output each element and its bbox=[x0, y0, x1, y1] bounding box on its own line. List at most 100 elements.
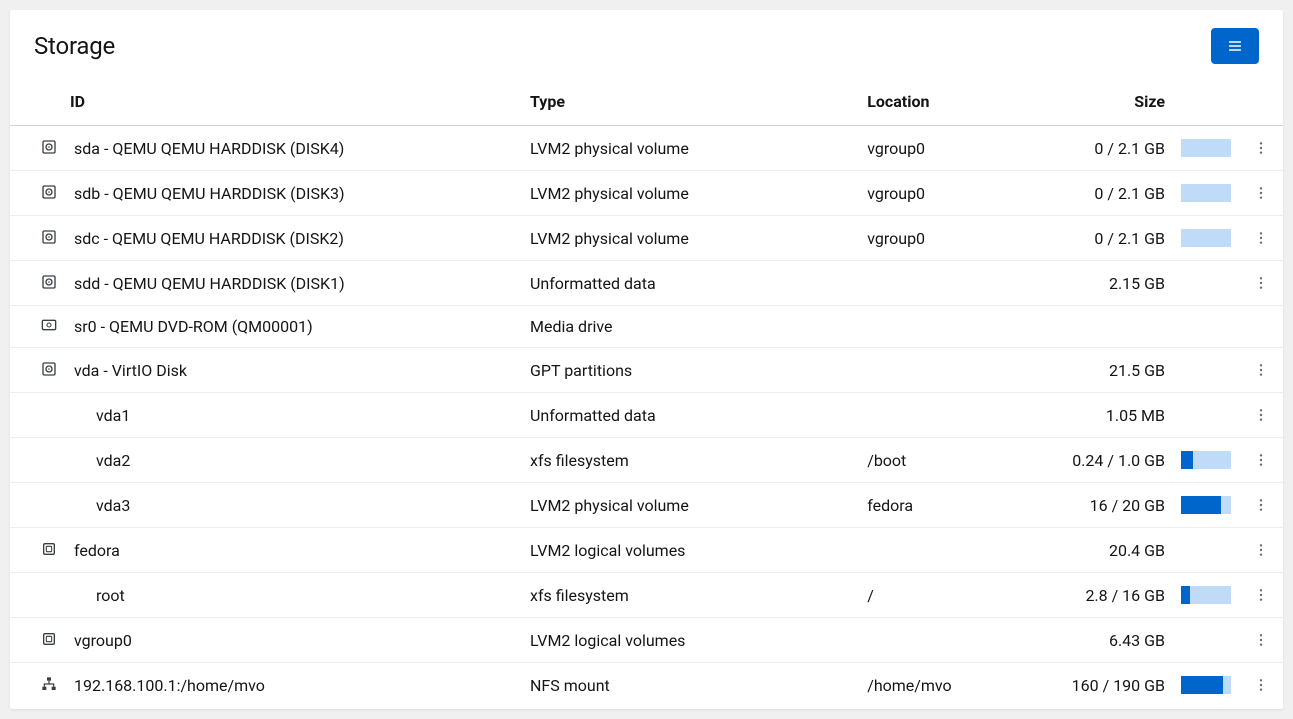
row-size: 2.8 / 16 GB bbox=[1053, 573, 1173, 618]
usage-bar bbox=[1181, 496, 1231, 514]
kebab-menu-icon[interactable] bbox=[1249, 538, 1273, 562]
row-usage-cell bbox=[1173, 393, 1239, 438]
row-location: / bbox=[859, 573, 1053, 618]
row-actions-cell bbox=[1239, 618, 1283, 663]
row-size: 0.24 / 1.0 GB bbox=[1053, 438, 1173, 483]
row-actions-cell bbox=[1239, 171, 1283, 216]
row-location bbox=[859, 393, 1053, 438]
row-size: 6.43 GB bbox=[1053, 618, 1173, 663]
kebab-menu-icon[interactable] bbox=[1249, 448, 1273, 472]
row-size bbox=[1053, 306, 1173, 348]
row-icon-cell bbox=[10, 573, 66, 618]
row-usage-cell bbox=[1173, 171, 1239, 216]
row-size: 16 / 20 GB bbox=[1053, 483, 1173, 528]
hamburger-icon bbox=[1226, 37, 1244, 55]
row-size: 21.5 GB bbox=[1053, 348, 1173, 393]
kebab-menu-icon[interactable] bbox=[1249, 358, 1273, 382]
hdd-icon bbox=[40, 273, 58, 291]
row-usage-cell bbox=[1173, 528, 1239, 573]
hdd-icon bbox=[40, 183, 58, 201]
table-row[interactable]: vda3LVM2 physical volumefedora16 / 20 GB bbox=[10, 483, 1283, 528]
row-id[interactable]: fedora bbox=[66, 528, 522, 573]
row-usage-cell bbox=[1173, 483, 1239, 528]
usage-bar bbox=[1181, 184, 1231, 202]
table-row[interactable]: vda2xfs filesystem/boot0.24 / 1.0 GB bbox=[10, 438, 1283, 483]
row-type: LVM2 physical volume bbox=[522, 126, 859, 171]
kebab-menu-icon[interactable] bbox=[1249, 673, 1273, 697]
row-usage-cell bbox=[1173, 261, 1239, 306]
kebab-menu-icon[interactable] bbox=[1249, 583, 1273, 607]
kebab-menu-icon[interactable] bbox=[1249, 628, 1273, 652]
table-row[interactable]: vda1Unformatted data1.05 MB bbox=[10, 393, 1283, 438]
kebab-menu-icon[interactable] bbox=[1249, 493, 1273, 517]
storage-table: ID Type Location Size sda - QEMU QEMU HA… bbox=[10, 78, 1283, 707]
row-actions-cell bbox=[1239, 573, 1283, 618]
table-row[interactable]: sr0 - QEMU DVD-ROM (QM00001)Media drive bbox=[10, 306, 1283, 348]
row-actions-cell bbox=[1239, 216, 1283, 261]
row-type: xfs filesystem bbox=[522, 573, 859, 618]
row-size: 0 / 2.1 GB bbox=[1053, 171, 1173, 216]
row-type: Unformatted data bbox=[522, 261, 859, 306]
row-type: xfs filesystem bbox=[522, 438, 859, 483]
table-row[interactable]: sda - QEMU QEMU HARDDISK (DISK4)LVM2 phy… bbox=[10, 126, 1283, 171]
col-header-size[interactable]: Size bbox=[1053, 78, 1173, 126]
row-icon-cell bbox=[10, 393, 66, 438]
row-icon-cell bbox=[10, 348, 66, 393]
storage-card: Storage ID Type Location Size s bbox=[10, 10, 1283, 709]
row-type: LVM2 logical volumes bbox=[522, 618, 859, 663]
row-id[interactable]: vda2 bbox=[66, 438, 522, 483]
table-row[interactable]: rootxfs filesystem/2.8 / 16 GB bbox=[10, 573, 1283, 618]
kebab-menu-icon[interactable] bbox=[1249, 226, 1273, 250]
row-icon-cell bbox=[10, 438, 66, 483]
row-type: NFS mount bbox=[522, 663, 859, 708]
row-id[interactable]: vgroup0 bbox=[66, 618, 522, 663]
row-location bbox=[859, 528, 1053, 573]
col-header-location[interactable]: Location bbox=[859, 78, 1053, 126]
row-size: 0 / 2.1 GB bbox=[1053, 126, 1173, 171]
row-id[interactable]: vda - VirtIO Disk bbox=[66, 348, 522, 393]
volgroup-icon bbox=[40, 540, 58, 558]
usage-bar bbox=[1181, 451, 1231, 469]
hdd-icon bbox=[40, 360, 58, 378]
row-id[interactable]: 192.168.100.1:/home/mvo bbox=[66, 663, 522, 708]
usage-bar bbox=[1181, 586, 1231, 604]
col-header-usage bbox=[1173, 78, 1239, 126]
table-row[interactable]: 192.168.100.1:/home/mvoNFS mount/home/mv… bbox=[10, 663, 1283, 708]
row-icon-cell bbox=[10, 306, 66, 348]
table-row[interactable]: vda - VirtIO DiskGPT partitions21.5 GB bbox=[10, 348, 1283, 393]
storage-menu-button[interactable] bbox=[1211, 28, 1259, 64]
network-icon bbox=[40, 675, 58, 693]
row-location bbox=[859, 261, 1053, 306]
table-row[interactable]: sdd - QEMU QEMU HARDDISK (DISK1)Unformat… bbox=[10, 261, 1283, 306]
kebab-menu-icon[interactable] bbox=[1249, 136, 1273, 160]
table-row[interactable]: fedoraLVM2 logical volumes20.4 GB bbox=[10, 528, 1283, 573]
row-id[interactable]: sr0 - QEMU DVD-ROM (QM00001) bbox=[66, 306, 522, 348]
kebab-menu-icon[interactable] bbox=[1249, 181, 1273, 205]
row-id[interactable]: root bbox=[66, 573, 522, 618]
row-id[interactable]: sdd - QEMU QEMU HARDDISK (DISK1) bbox=[66, 261, 522, 306]
row-location bbox=[859, 348, 1053, 393]
table-row[interactable]: vgroup0LVM2 logical volumes 6.43 GB bbox=[10, 618, 1283, 663]
kebab-menu-icon[interactable] bbox=[1249, 403, 1273, 427]
row-actions-cell bbox=[1239, 126, 1283, 171]
table-row[interactable]: sdb - QEMU QEMU HARDDISK (DISK3)LVM2 phy… bbox=[10, 171, 1283, 216]
row-usage-cell bbox=[1173, 216, 1239, 261]
col-header-actions bbox=[1239, 78, 1283, 126]
row-id[interactable]: sda - QEMU QEMU HARDDISK (DISK4) bbox=[66, 126, 522, 171]
row-type: LVM2 physical volume bbox=[522, 171, 859, 216]
row-id[interactable]: sdc - QEMU QEMU HARDDISK (DISK2) bbox=[66, 216, 522, 261]
row-actions-cell bbox=[1239, 483, 1283, 528]
row-actions-cell bbox=[1239, 663, 1283, 708]
row-location: fedora bbox=[859, 483, 1053, 528]
row-actions-cell bbox=[1239, 528, 1283, 573]
row-actions-cell bbox=[1239, 438, 1283, 483]
row-type: Unformatted data bbox=[522, 393, 859, 438]
col-header-type[interactable]: Type bbox=[522, 78, 859, 126]
row-id[interactable]: vda1 bbox=[66, 393, 522, 438]
col-header-id[interactable]: ID bbox=[66, 78, 522, 126]
kebab-menu-icon[interactable] bbox=[1249, 271, 1273, 295]
row-id[interactable]: vda3 bbox=[66, 483, 522, 528]
table-row[interactable]: sdc - QEMU QEMU HARDDISK (DISK2)LVM2 phy… bbox=[10, 216, 1283, 261]
row-usage-cell bbox=[1173, 618, 1239, 663]
row-id[interactable]: sdb - QEMU QEMU HARDDISK (DISK3) bbox=[66, 171, 522, 216]
